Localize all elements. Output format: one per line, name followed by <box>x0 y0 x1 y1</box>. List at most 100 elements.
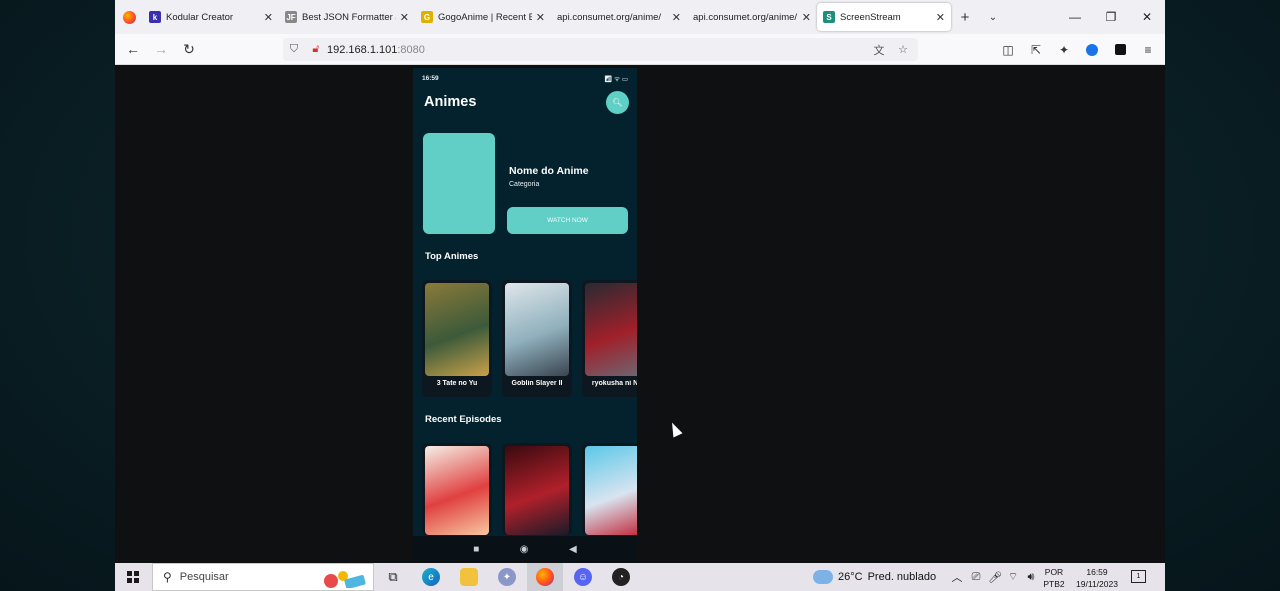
volume-icon[interactable]: 🔊︎ <box>1023 563 1039 591</box>
episode-thumbnail <box>425 446 489 535</box>
home-key[interactable]: ◉ <box>520 544 529 555</box>
close-tab-icon[interactable]: ✕ <box>802 11 811 24</box>
edge-app[interactable]: e <box>413 563 449 591</box>
new-tab-button[interactable]: + <box>951 9 979 26</box>
tab-title: ScreenStream <box>840 11 901 23</box>
app-title: Animes <box>424 94 477 110</box>
app-launcher[interactable]: ✦ <box>489 563 525 591</box>
close-tab-icon[interactable]: ✕ <box>536 11 545 24</box>
episode-card[interactable] <box>502 443 572 535</box>
anime-title: Goblin Slayer II <box>511 380 563 387</box>
profile-icon[interactable] <box>1078 34 1106 65</box>
close-window-button[interactable]: ✕ <box>1129 0 1165 34</box>
browser-tab[interactable]: G GogoAnime | Recent E ✕ <box>415 3 551 31</box>
taskbar-search-box[interactable]: ⚲ Pesquisar <box>152 563 374 591</box>
episode-card[interactable] <box>582 443 637 535</box>
notification-count: 1 <box>1136 573 1141 580</box>
restore-button[interactable]: ❐ <box>1093 0 1129 34</box>
browser-window: k Kodular Creator ✕ JF Best JSON Formatter a… <box>115 0 1165 563</box>
anime-card[interactable]: Goblin Slayer II <box>502 280 572 397</box>
file-explorer-app[interactable] <box>451 563 487 591</box>
minimize-button[interactable]: — <box>1057 0 1093 34</box>
firefox-menu-button[interactable] <box>115 0 143 34</box>
app-icon: ✦ <box>498 568 516 586</box>
url-port: :8080 <box>397 43 425 56</box>
episode-thumbnail <box>505 446 569 535</box>
language-code: POR <box>1044 567 1064 577</box>
browser-tab[interactable]: JF Best JSON Formatter a ✕ <box>279 3 415 31</box>
status-time: 16:59 <box>422 74 439 82</box>
app-menu-icon[interactable]: ≡ <box>1134 34 1162 65</box>
android-nav-bar: ■ ◉ ◀ <box>413 536 637 562</box>
discord-app[interactable]: ☺ <box>565 563 601 591</box>
tab-strip: k Kodular Creator ✕ JF Best JSON Formatter a… <box>115 0 1165 34</box>
weather-desc: Pred. nublado <box>867 571 937 583</box>
firefox-icon <box>536 568 554 586</box>
episode-card[interactable] <box>422 443 492 535</box>
close-tab-icon[interactable]: ✕ <box>672 11 681 24</box>
anime-card[interactable]: ryokusha ni Na <box>582 280 637 397</box>
weather-widget[interactable]: 26°C Pred. nublado <box>813 563 936 591</box>
taskbar-clock[interactable]: 16:59 19/11/2023 <box>1070 566 1124 590</box>
tab-title: api.consumet.org/anime/ <box>557 11 662 23</box>
start-button[interactable] <box>115 563 151 591</box>
kodular-icon: k <box>149 11 161 23</box>
featured-poster[interactable] <box>423 133 495 234</box>
watch-now-button[interactable]: WATCH NOW <box>507 207 628 234</box>
list-tabs-chevron-icon[interactable]: ⌄ <box>979 12 1007 23</box>
firefox-app[interactable] <box>527 563 563 591</box>
keyboard-layout: PTB2 <box>1043 579 1065 589</box>
clock-date: 19/11/2023 <box>1076 579 1118 589</box>
extension-icon[interactable]: ✦ <box>1050 34 1078 65</box>
microphone-icon[interactable]: 🎤︎ <box>987 563 1003 591</box>
taskbar-search-placeholder: Pesquisar <box>179 571 229 583</box>
edge-icon: e <box>422 568 440 586</box>
browser-tab[interactable]: api.consumet.org/anime/ ✕ <box>687 3 817 31</box>
pocket-icon[interactable]: ◫ <box>994 34 1022 65</box>
insecure-lock-icon[interactable]: 🔓︎ <box>305 43 327 56</box>
gogoanime-icon: G <box>421 11 433 23</box>
show-hidden-icons-chevron-icon[interactable]: ︿ <box>949 563 965 591</box>
close-tab-icon[interactable]: ✕ <box>936 11 945 24</box>
bookmark-star-icon[interactable]: ☆ <box>892 43 914 56</box>
featured-anime-name: Nome do Anime <box>509 165 589 177</box>
close-tab-icon[interactable]: ✕ <box>400 11 409 24</box>
status-icons: 📶︎ ᯤ ▭ <box>604 75 628 83</box>
search-icon: ⚲ <box>163 570 172 584</box>
anime-title: 3 Tate no Yu <box>436 380 478 387</box>
search-button[interactable]: 🔍︎ <box>606 91 629 114</box>
episode-thumbnail <box>585 446 637 535</box>
meet-now-icon[interactable]: ⎚ <box>967 563 985 591</box>
shield-icon[interactable]: ⛉ <box>283 43 305 56</box>
speedometer-app[interactable]: ◔ <box>603 563 639 591</box>
notification-center-button[interactable]: 1 <box>1131 570 1146 583</box>
language-indicator[interactable]: POR PTB2 <box>1040 566 1068 590</box>
browser-tab[interactable]: S ScreenStream ✕ <box>817 3 951 31</box>
url-host: 192.168.1.101 <box>327 43 398 56</box>
extensions-icon[interactable]: ⇱ <box>1022 34 1050 65</box>
windows-logo-icon <box>127 571 139 583</box>
close-tab-icon[interactable]: ✕ <box>264 11 273 24</box>
url-bar[interactable]: ⛉ 🔓︎ 192.168.1.101:8080 文 ☆ <box>283 38 918 61</box>
browser-tab[interactable]: api.consumet.org/anime/ ✕ <box>551 3 687 31</box>
tab-title: api.consumet.org/anime/ <box>693 11 798 23</box>
featured-anime-category: Categoria <box>509 181 540 188</box>
search-icon: 🔍︎ <box>612 98 623 107</box>
forward-button[interactable]: → <box>147 41 175 57</box>
firefox-icon <box>122 10 136 24</box>
windows-taskbar: ⚲ Pesquisar ⧉ e ✦ ☺ ◔ 26°C Pred. nublado… <box>115 563 1165 591</box>
network-icon[interactable]: ⌔ <box>1005 563 1021 591</box>
phone-screen-stream: 16:59 📶︎ ᯤ ▭ Animes 🔍︎ Nome do Anime Cat… <box>413 68 637 562</box>
extension-dark-icon[interactable] <box>1106 34 1134 65</box>
top-animes-title: Top Animes <box>425 251 479 262</box>
translate-icon[interactable]: 文 <box>868 42 890 58</box>
back-key[interactable]: ◀ <box>569 544 577 555</box>
speedometer-icon: ◔ <box>612 568 630 586</box>
task-view-button[interactable]: ⧉ <box>375 563 411 591</box>
browser-tab[interactable]: k Kodular Creator ✕ <box>143 3 279 31</box>
recents-key[interactable]: ■ <box>473 544 479 555</box>
reload-button[interactable]: ↻ <box>175 41 203 58</box>
anime-card[interactable]: 3 Tate no Yu <box>422 280 492 397</box>
back-button[interactable]: ← <box>119 41 147 57</box>
search-highlight-illustration <box>324 571 366 588</box>
